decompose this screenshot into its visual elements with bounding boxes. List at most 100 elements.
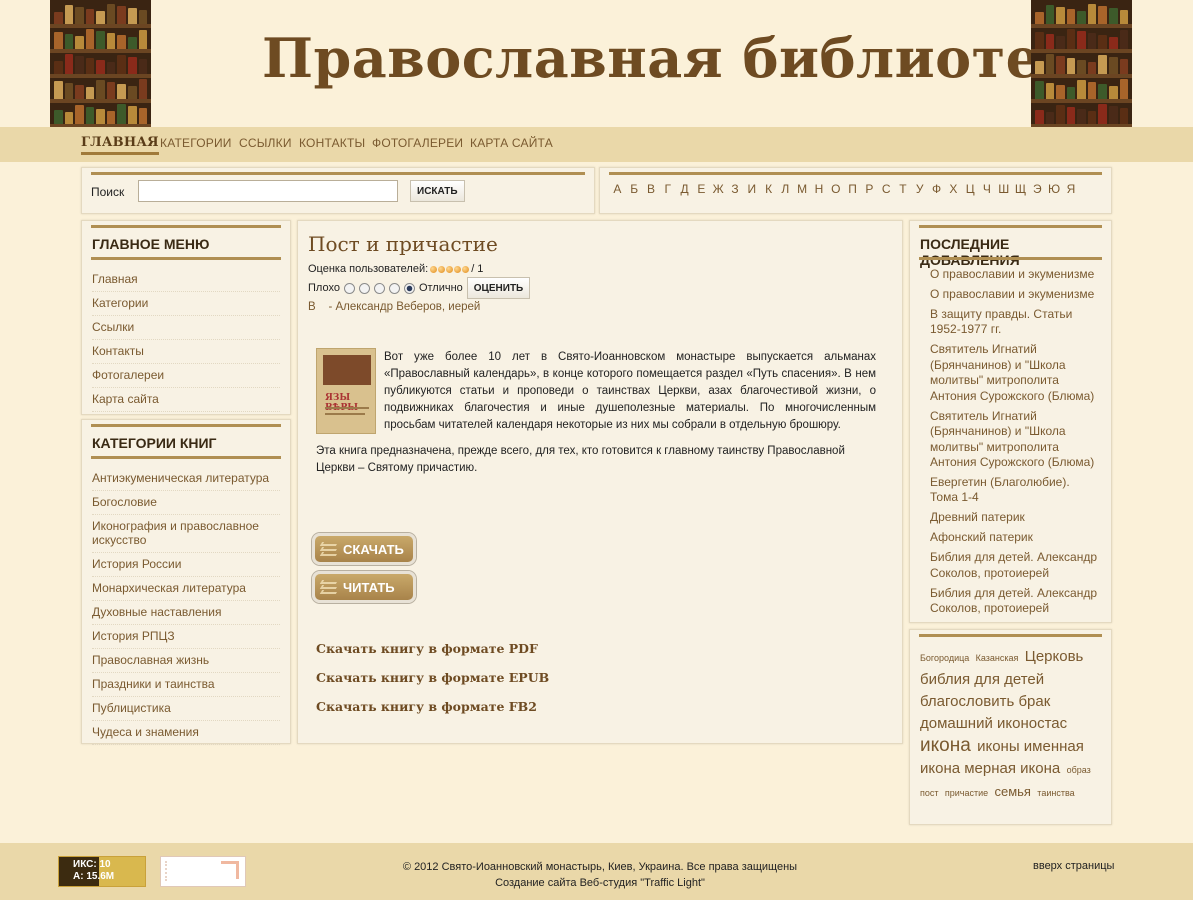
credit-link[interactable]: Создание сайта Веб-студия "Traffic Light… (300, 875, 900, 891)
panel-divider (609, 172, 1102, 175)
nav-photogalleries[interactable]: Фотогалереи (372, 136, 463, 150)
alphabet-letter[interactable]: Я (1063, 182, 1080, 196)
recent-item[interactable]: Евергетин (Благолюбие). Тома 1-4 (930, 475, 1097, 510)
alphabet-letter[interactable]: Щ (1012, 182, 1029, 196)
liveinternet-counter-badge[interactable] (160, 856, 246, 887)
tag-link[interactable]: Богородица (920, 653, 969, 663)
category-item[interactable]: Православная жизнь (92, 649, 280, 673)
tag-link[interactable]: образ (1067, 765, 1091, 775)
vote-radio-4[interactable] (388, 282, 400, 294)
recent-item[interactable]: Библия для детей. Александр Соколов, про… (930, 550, 1097, 585)
category-item[interactable]: Антиэкуменическая литература (92, 467, 280, 491)
download-pdf-link[interactable]: Скачать книгу в формате PDF (316, 641, 538, 656)
alphabet-letter[interactable]: Р (861, 182, 878, 196)
tag-link[interactable]: благословить брак (920, 693, 1050, 710)
tag-link[interactable]: иконы именная (977, 738, 1084, 755)
tag-link[interactable]: пост (920, 788, 939, 798)
alphabet-letter[interactable]: Т (895, 182, 912, 196)
alphabet-letter[interactable]: Н (811, 182, 828, 196)
alphabet-letter[interactable]: Ш (995, 182, 1012, 196)
alphabet-letter[interactable]: И (743, 182, 760, 196)
back-to-top-link[interactable]: вверх страницы (1033, 860, 1114, 872)
category-item[interactable]: Духовные наставления (92, 601, 280, 625)
main-menu-list: Главная Категории Ссылки Контакты Фотога… (92, 268, 280, 412)
search-input[interactable] (138, 180, 398, 202)
recent-item[interactable]: Древний патерик (930, 510, 1097, 530)
alphabet-letter[interactable]: М (794, 182, 811, 196)
alphabet-letter[interactable]: С (878, 182, 895, 196)
alphabet-letter[interactable]: З (727, 182, 744, 196)
nav-contacts[interactable]: Контакты (299, 136, 365, 150)
tag-link[interactable]: таинства (1037, 788, 1074, 798)
alphabet-letter[interactable]: А (609, 182, 626, 196)
alphabet-letter[interactable]: Е (693, 182, 710, 196)
yandex-counter-badge[interactable]: ИКС: 10 А: 15.6M (58, 856, 146, 887)
download-epub-link[interactable]: Скачать книгу в формате EPUB (316, 670, 549, 685)
alphabet-letter[interactable]: О (827, 182, 844, 196)
tag-link[interactable]: библия для детей (920, 671, 1044, 688)
alphabet-letter[interactable]: Ф (928, 182, 945, 196)
alphabet-letter[interactable]: У (911, 182, 928, 196)
menu-item-categories[interactable]: Категории (92, 292, 280, 316)
vote-button[interactable]: ОЦЕНИТЬ (466, 277, 531, 299)
category-item[interactable]: История РПЦЗ (92, 625, 280, 649)
download-button[interactable]: СКАЧАТЬ (312, 533, 416, 565)
menu-item-sitemap[interactable]: Карта сайта (92, 388, 280, 412)
alphabet-letter[interactable]: Г (659, 182, 676, 196)
alphabet-letter[interactable]: Ж (710, 182, 727, 196)
vote-radio-2[interactable] (358, 282, 370, 294)
nav-categories[interactable]: Категории (160, 136, 232, 150)
tag-link[interactable]: Казанская (976, 653, 1019, 663)
nav-sitemap[interactable]: Карта сайта (470, 136, 553, 150)
category-item[interactable]: Монархическая литература (92, 577, 280, 601)
menu-item-links[interactable]: Ссылки (92, 316, 280, 340)
alphabet-letter[interactable]: Х (945, 182, 962, 196)
alphabet-letter[interactable]: В (643, 182, 660, 196)
read-button[interactable]: ЧИТАТЬ (312, 571, 416, 603)
nav-home[interactable]: Главная (81, 135, 159, 155)
recent-item[interactable]: О православии и экуменизме (930, 287, 1097, 307)
menu-item-contacts[interactable]: Контакты (92, 340, 280, 364)
download-fb2-link[interactable]: Скачать книгу в формате FB2 (316, 699, 537, 714)
category-item[interactable]: Чудеса и знамения (92, 721, 280, 745)
recent-item[interactable]: Библия для детей. Александр Соколов, про… (930, 586, 1097, 621)
alphabet-letter[interactable]: Д (676, 182, 693, 196)
menu-item-photogalleries[interactable]: Фотогалереи (92, 364, 280, 388)
recent-item[interactable]: О православии и экуменизме (930, 267, 1097, 287)
alphabet-letter[interactable]: К (760, 182, 777, 196)
main-menu-title: ГЛАВНОЕ МЕНЮ (92, 236, 210, 252)
vote-radio-1[interactable] (343, 282, 355, 294)
search-button[interactable]: ИСКАТЬ (410, 180, 465, 202)
recent-item[interactable]: В защиту правды. Статьи 1952-1977 гг. (930, 307, 1097, 342)
alphabet-letter[interactable]: Ю (1046, 182, 1063, 196)
category-item[interactable]: Богословие (92, 491, 280, 515)
alphabet-letter[interactable]: П (844, 182, 861, 196)
tag-link[interactable]: икона (920, 735, 971, 756)
tag-link[interactable]: домашний иконостас (920, 715, 1067, 732)
alphabet-letter[interactable]: Б (626, 182, 643, 196)
tag-link[interactable]: Церковь (1025, 648, 1084, 665)
recent-item[interactable]: Святитель Игнатий (Брянчанинов) и "Школа… (930, 342, 1097, 408)
alphabet-letter[interactable]: Ч (979, 182, 996, 196)
category-item[interactable]: Иконография и православное искусство (92, 515, 280, 553)
book-categories-panel: КАТЕГОРИИ КНИГ Антиэкуменическая литерат… (81, 419, 291, 745)
tag-link[interactable]: семья (994, 784, 1030, 799)
alphabet-letter[interactable]: Ц (962, 182, 979, 196)
category-item[interactable]: Публицистика (92, 697, 280, 721)
recent-item[interactable]: Святитель Игнатий (Брянчанинов) и "Школа… (930, 409, 1097, 475)
recent-item[interactable]: Афонский патерик (930, 530, 1097, 550)
vote-radio-5[interactable] (403, 282, 415, 294)
alphabet-letter[interactable]: Э (1029, 182, 1046, 196)
vote-radio-3[interactable] (373, 282, 385, 294)
nav-links[interactable]: Ссылки (239, 136, 292, 150)
copyright: © 2012 Свято-Иоанновский монастырь, Киев… (300, 859, 900, 891)
site-title[interactable]: Православная библиотека (262, 26, 1115, 90)
menu-item-home[interactable]: Главная (92, 268, 280, 292)
category-item[interactable]: История России (92, 553, 280, 577)
author-prefix: В (308, 301, 316, 313)
alphabet-letter[interactable]: Л (777, 182, 794, 196)
category-item[interactable]: Праздники и таинства (92, 673, 280, 697)
author-link[interactable]: - Александр Веберов, иерей (328, 301, 480, 313)
tag-link[interactable]: причастие (945, 788, 988, 798)
tag-link[interactable]: икона мерная икона (920, 760, 1060, 777)
